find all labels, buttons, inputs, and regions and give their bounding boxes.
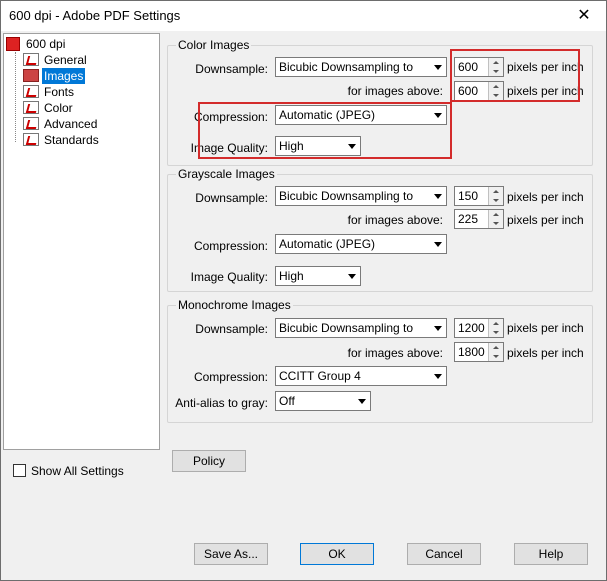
window-title: 600 dpi - Adobe PDF Settings <box>9 8 181 23</box>
gray-compression-select[interactable]: Automatic (JPEG) <box>275 234 447 254</box>
gray-above-value: 225 <box>458 212 479 226</box>
tree-item-advanced[interactable]: Advanced <box>23 116 99 132</box>
gray-above-unit: pixels per inch <box>507 213 584 227</box>
tree-item-fonts[interactable]: Fonts <box>23 84 76 100</box>
show-all-settings-label: Show All Settings <box>31 464 124 478</box>
dpi-highlight-box <box>450 49 580 102</box>
tree-connector <box>15 52 16 142</box>
mono-compression-label: Compression: <box>193 370 268 384</box>
spin-up-icon[interactable] <box>488 319 503 328</box>
save-as-button[interactable]: Save As... <box>194 543 268 565</box>
mono-antialias-select[interactable]: Off <box>275 391 371 411</box>
tree-item-label: General <box>44 53 87 67</box>
mono-downsample-label: Downsample: <box>195 322 268 336</box>
pdf-icon <box>23 85 39 99</box>
mono-compression-value: CCITT Group 4 <box>279 369 361 383</box>
tree-item-label: Color <box>44 101 73 115</box>
chevron-down-icon <box>429 235 446 253</box>
chevron-down-icon <box>353 392 370 410</box>
gray-dpi-value: 150 <box>458 189 479 203</box>
gray-quality-select[interactable]: High <box>275 266 361 286</box>
ok-button-label: OK <box>328 547 346 561</box>
color-downsample-value: Bicubic Downsampling to <box>279 60 414 74</box>
color-above-label: for images above: <box>347 84 443 98</box>
spin-down-icon[interactable] <box>488 196 503 205</box>
pdf-icon <box>23 53 39 67</box>
gray-dpi-spinner[interactable]: 150 <box>454 186 504 206</box>
spin-up-icon[interactable] <box>488 343 503 352</box>
chevron-down-icon <box>429 367 446 385</box>
help-button-label: Help <box>538 547 564 561</box>
chevron-down-icon <box>429 319 446 337</box>
gray-compression-label: Compression: <box>193 239 268 253</box>
spin-down-icon[interactable] <box>488 328 503 337</box>
tree-item-label: Standards <box>44 133 99 147</box>
gray-quality-label: Image Quality: <box>190 270 268 284</box>
mono-antialias-value: Off <box>279 394 295 408</box>
tree-item-standards[interactable]: Standards <box>23 132 101 148</box>
adobe-pdf-settings-window: 600 dpi - Adobe PDF Settings ✕ 600 dpi G… <box>0 0 607 581</box>
compression-highlight-box <box>198 102 452 159</box>
spin-down-icon[interactable] <box>488 352 503 361</box>
gray-dpi-unit: pixels per inch <box>507 190 584 204</box>
chevron-down-icon <box>429 58 446 76</box>
tree-root-label: 600 dpi <box>26 37 66 51</box>
tree-root[interactable]: 600 dpi <box>6 36 67 52</box>
settings-tree: 600 dpi General Images Fonts Color Advan… <box>3 33 160 450</box>
tree-item-color[interactable]: Color <box>23 100 75 116</box>
mono-dpi-unit: pixels per inch <box>507 321 584 335</box>
gray-downsample-value: Bicubic Downsampling to <box>279 189 414 203</box>
tree-item-general[interactable]: General <box>23 52 89 68</box>
mono-dpi-value: 1200 <box>458 321 485 335</box>
chevron-down-icon <box>343 267 360 285</box>
close-icon: ✕ <box>577 7 591 24</box>
tree-item-label: Advanced <box>44 117 98 131</box>
grayscale-images-title: Grayscale Images <box>176 167 277 181</box>
gray-above-label: for images above: <box>347 213 443 227</box>
mono-above-label: for images above: <box>347 346 443 360</box>
save-as-button-label: Save As... <box>203 547 259 561</box>
mono-downsample-value: Bicubic Downsampling to <box>279 321 414 335</box>
pdf-settings-icon <box>6 36 20 51</box>
gray-quality-value: High <box>279 269 304 283</box>
color-downsample-select[interactable]: Bicubic Downsampling to <box>275 57 447 77</box>
pdf-icon <box>23 101 39 115</box>
help-button[interactable]: Help <box>514 543 588 565</box>
cancel-button-label: Cancel <box>425 547 463 561</box>
chevron-down-icon <box>429 187 446 205</box>
mono-above-spinner[interactable]: 1800 <box>454 342 504 362</box>
pdf-icon <box>23 133 39 147</box>
gray-downsample-label: Downsample: <box>195 191 268 205</box>
cancel-button[interactable]: Cancel <box>407 543 481 565</box>
ok-button[interactable]: OK <box>300 543 374 565</box>
spin-down-icon[interactable] <box>488 219 503 228</box>
policy-button[interactable]: Policy <box>172 450 246 472</box>
mono-dpi-spinner[interactable]: 1200 <box>454 318 504 338</box>
gray-compression-value: Automatic (JPEG) <box>279 237 376 251</box>
mono-compression-select[interactable]: CCITT Group 4 <box>275 366 447 386</box>
gray-downsample-select[interactable]: Bicubic Downsampling to <box>275 186 447 206</box>
tree-item-images[interactable]: Images <box>23 68 86 84</box>
policy-button-label: Policy <box>192 454 225 468</box>
spin-up-icon[interactable] <box>488 187 503 196</box>
tree-item-label: Fonts <box>44 85 75 99</box>
color-images-title: Color Images <box>176 38 252 52</box>
title-bar: 600 dpi - Adobe PDF Settings ✕ <box>1 1 606 31</box>
spin-up-icon[interactable] <box>488 210 503 219</box>
mono-downsample-select[interactable]: Bicubic Downsampling to <box>275 318 447 338</box>
mono-antialias-label: Anti-alias to gray: <box>175 396 268 410</box>
pdf-icon <box>23 117 39 131</box>
close-button[interactable]: ✕ <box>562 1 606 31</box>
mono-above-value: 1800 <box>458 345 485 359</box>
color-downsample-label: Downsample: <box>195 62 268 76</box>
show-all-settings-checkbox[interactable] <box>13 464 26 477</box>
gray-above-spinner[interactable]: 225 <box>454 209 504 229</box>
folder-icon <box>23 69 39 83</box>
tree-item-label: Images <box>42 68 86 84</box>
mono-above-unit: pixels per inch <box>507 346 584 360</box>
monochrome-images-title: Monochrome Images <box>176 298 293 312</box>
